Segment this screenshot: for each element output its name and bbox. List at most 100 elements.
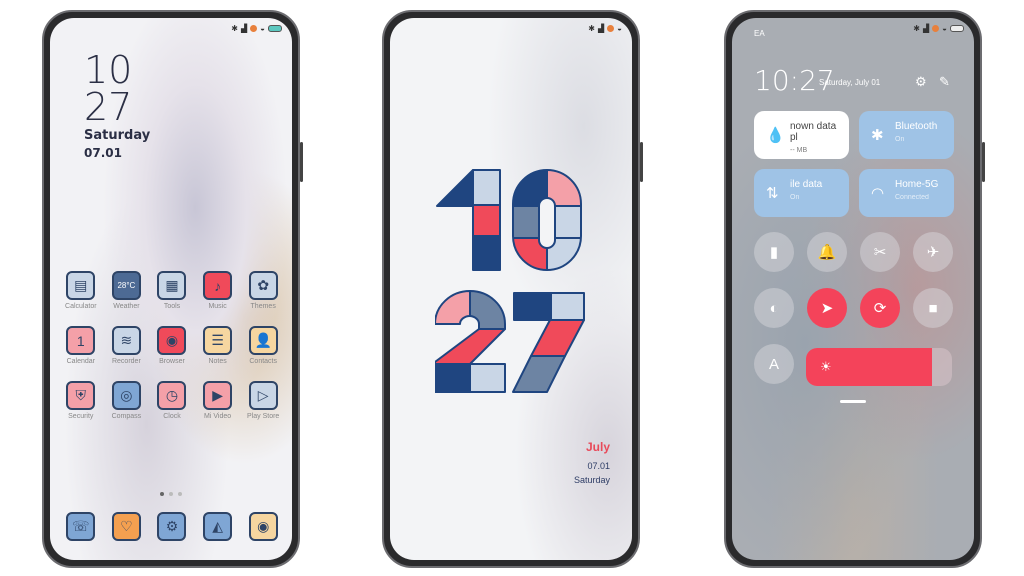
tile-title: nown data pl bbox=[790, 121, 837, 143]
rotation-lock-icon: ⟳ bbox=[873, 300, 887, 317]
battery-icon bbox=[268, 25, 282, 32]
tile-wifi[interactable]: ◠ Home-5G Connected bbox=[859, 169, 954, 217]
app-label: Notes bbox=[208, 358, 227, 365]
toggle-reading-mode[interactable]: ◐ bbox=[754, 288, 794, 328]
app-tools[interactable]: ▦ Tools bbox=[149, 271, 195, 310]
app-calculator[interactable]: ▤ Calculator bbox=[58, 271, 104, 310]
app-label: Themes bbox=[250, 303, 276, 310]
tile-title: Home-5G bbox=[895, 179, 939, 190]
toggle-screenshot[interactable]: ✂ bbox=[860, 232, 900, 272]
digit-hour-1 bbox=[436, 169, 501, 271]
clock-minute: 27 bbox=[84, 85, 133, 129]
tile-mobile-data[interactable]: ⇅ ile data On bbox=[754, 169, 849, 217]
dock: ☏ ♡ ⚙ ◭ ◉ bbox=[58, 512, 286, 541]
status-bar: ✱ ▟ ◒ bbox=[913, 24, 964, 33]
airplane-icon: ✈ bbox=[926, 244, 940, 261]
settings-icon[interactable]: ⚙ bbox=[915, 74, 927, 90]
location-icon: ➤ bbox=[820, 300, 834, 317]
app-label: Security bbox=[68, 413, 94, 420]
app-themes[interactable]: ✿ Themes bbox=[240, 271, 286, 310]
compass-icon: ◎ bbox=[111, 381, 141, 410]
auto-brightness-icon: A bbox=[768, 355, 779, 373]
app-calendar[interactable]: 1 Calendar bbox=[58, 326, 104, 365]
tile-bluetooth[interactable]: ✱ Bluetooth On bbox=[859, 111, 954, 159]
mobile-data-icon: ⇅ bbox=[766, 185, 779, 202]
tile-status: Connected bbox=[895, 194, 929, 201]
toggle-rotation-lock[interactable]: ⟳ bbox=[860, 288, 900, 328]
handle-bar[interactable] bbox=[840, 400, 866, 403]
tile-title: ile data bbox=[790, 179, 823, 190]
edit-icon[interactable]: ✎ bbox=[939, 74, 950, 90]
dock-app[interactable]: ◉ bbox=[240, 512, 286, 541]
status-bar: ✱ ▟ ◒ bbox=[231, 24, 282, 33]
lock-day: Saturday bbox=[573, 475, 610, 485]
tile-status: On bbox=[790, 194, 800, 201]
app-notes[interactable]: ☰ Notes bbox=[195, 326, 241, 365]
toggle-video-camera[interactable]: ■ bbox=[913, 288, 953, 328]
dock-app[interactable]: ♡ bbox=[104, 512, 150, 541]
dock-app[interactable]: ☏ bbox=[58, 512, 104, 541]
lock-month: July bbox=[585, 440, 610, 454]
browser-icon: ◉ bbox=[157, 326, 187, 355]
reading-mode-icon: ◐ bbox=[769, 299, 779, 317]
app-label: Calendar bbox=[66, 358, 95, 365]
play-store-icon: ▷ bbox=[248, 381, 278, 410]
video-icon: ▶ bbox=[203, 381, 233, 410]
app-label: Play Store bbox=[247, 413, 280, 420]
tile-drop[interactable]: 💧 nown data pl -- MB bbox=[754, 111, 849, 159]
app-contacts[interactable]: 👤 Contacts bbox=[240, 326, 286, 365]
camera-icon: ◉ bbox=[248, 512, 278, 541]
dock-app[interactable]: ⚙ bbox=[149, 512, 195, 541]
status-bar: ✱ ▟ ◒ bbox=[588, 24, 622, 33]
page-indicator[interactable] bbox=[50, 492, 292, 496]
toggle-bell[interactable]: 🔔 bbox=[807, 232, 847, 272]
recorder-icon: ≋ bbox=[111, 326, 141, 355]
themes-icon: ✿ bbox=[248, 271, 278, 300]
app-compass[interactable]: ◎ Compass bbox=[104, 381, 150, 420]
messages-icon: ♡ bbox=[111, 512, 141, 541]
toggle-location[interactable]: ➤ bbox=[807, 288, 847, 328]
clock-icon: ◷ bbox=[157, 381, 187, 410]
toggle-auto-brightness[interactable]: A bbox=[754, 344, 794, 384]
lock-date: July 07.01 Saturday bbox=[574, 440, 610, 489]
digit-hour-0 bbox=[512, 169, 582, 271]
tile-title: Bluetooth bbox=[895, 121, 938, 132]
gallery-icon: ◭ bbox=[203, 512, 233, 541]
cc-date: Saturday, July 01 bbox=[819, 78, 881, 87]
drop-icon: 💧 bbox=[766, 127, 785, 144]
calculator-icon: ▤ bbox=[66, 271, 96, 300]
phone-icon: ☏ bbox=[66, 512, 96, 541]
phone-lock-screen: July 07.01 Saturday ✱ ▟ ◒ bbox=[382, 10, 643, 568]
phone-home-screen: ✱ ▟ ◒ 10 27 Saturday 07.01 ▤ Calculator 28°C… bbox=[42, 10, 303, 568]
app-clock[interactable]: ◷ Clock bbox=[149, 381, 195, 420]
block-clock bbox=[435, 169, 585, 393]
sun-icon: ☀ bbox=[820, 359, 832, 374]
security-icon: ⛨ bbox=[66, 381, 96, 410]
app-browser[interactable]: ◉ Browser bbox=[149, 326, 195, 365]
app-music[interactable]: ♪ Music bbox=[195, 271, 241, 310]
app-label: Recorder bbox=[111, 358, 141, 365]
app-weather[interactable]: 28°C Weather bbox=[104, 271, 150, 310]
toggle-airplane[interactable]: ✈ bbox=[913, 232, 953, 272]
lock-screen: July 07.01 Saturday ✱ ▟ ◒ bbox=[390, 18, 632, 560]
lock-date-number: 07.01 bbox=[587, 461, 610, 471]
clock-day: Saturday bbox=[84, 128, 151, 143]
app-label: Music bbox=[208, 303, 227, 310]
clock-widget[interactable]: 10 27 Saturday 07.01 bbox=[84, 51, 151, 160]
app-play-store[interactable]: ▷ Play Store bbox=[240, 381, 286, 420]
dock-app[interactable]: ◭ bbox=[195, 512, 241, 541]
brightness-slider[interactable]: ☀ bbox=[806, 348, 952, 386]
video-camera-icon: ■ bbox=[928, 299, 938, 317]
app-recorder[interactable]: ≋ Recorder bbox=[104, 326, 150, 365]
digit-minute-7 bbox=[512, 292, 585, 393]
tools-folder-icon: ▦ bbox=[157, 271, 187, 300]
tile-status: On bbox=[895, 136, 905, 143]
settings-icon: ⚙ bbox=[157, 512, 187, 541]
app-mi-video[interactable]: ▶ Mi Video bbox=[195, 381, 241, 420]
toggle-flashlight[interactable]: ▮ bbox=[754, 232, 794, 272]
app-label: Tools bbox=[163, 303, 181, 310]
app-label: Browser bbox=[159, 358, 185, 365]
carrier-label: EA bbox=[754, 29, 765, 38]
music-icon: ♪ bbox=[203, 271, 233, 300]
app-security[interactable]: ⛨ Security bbox=[58, 381, 104, 420]
